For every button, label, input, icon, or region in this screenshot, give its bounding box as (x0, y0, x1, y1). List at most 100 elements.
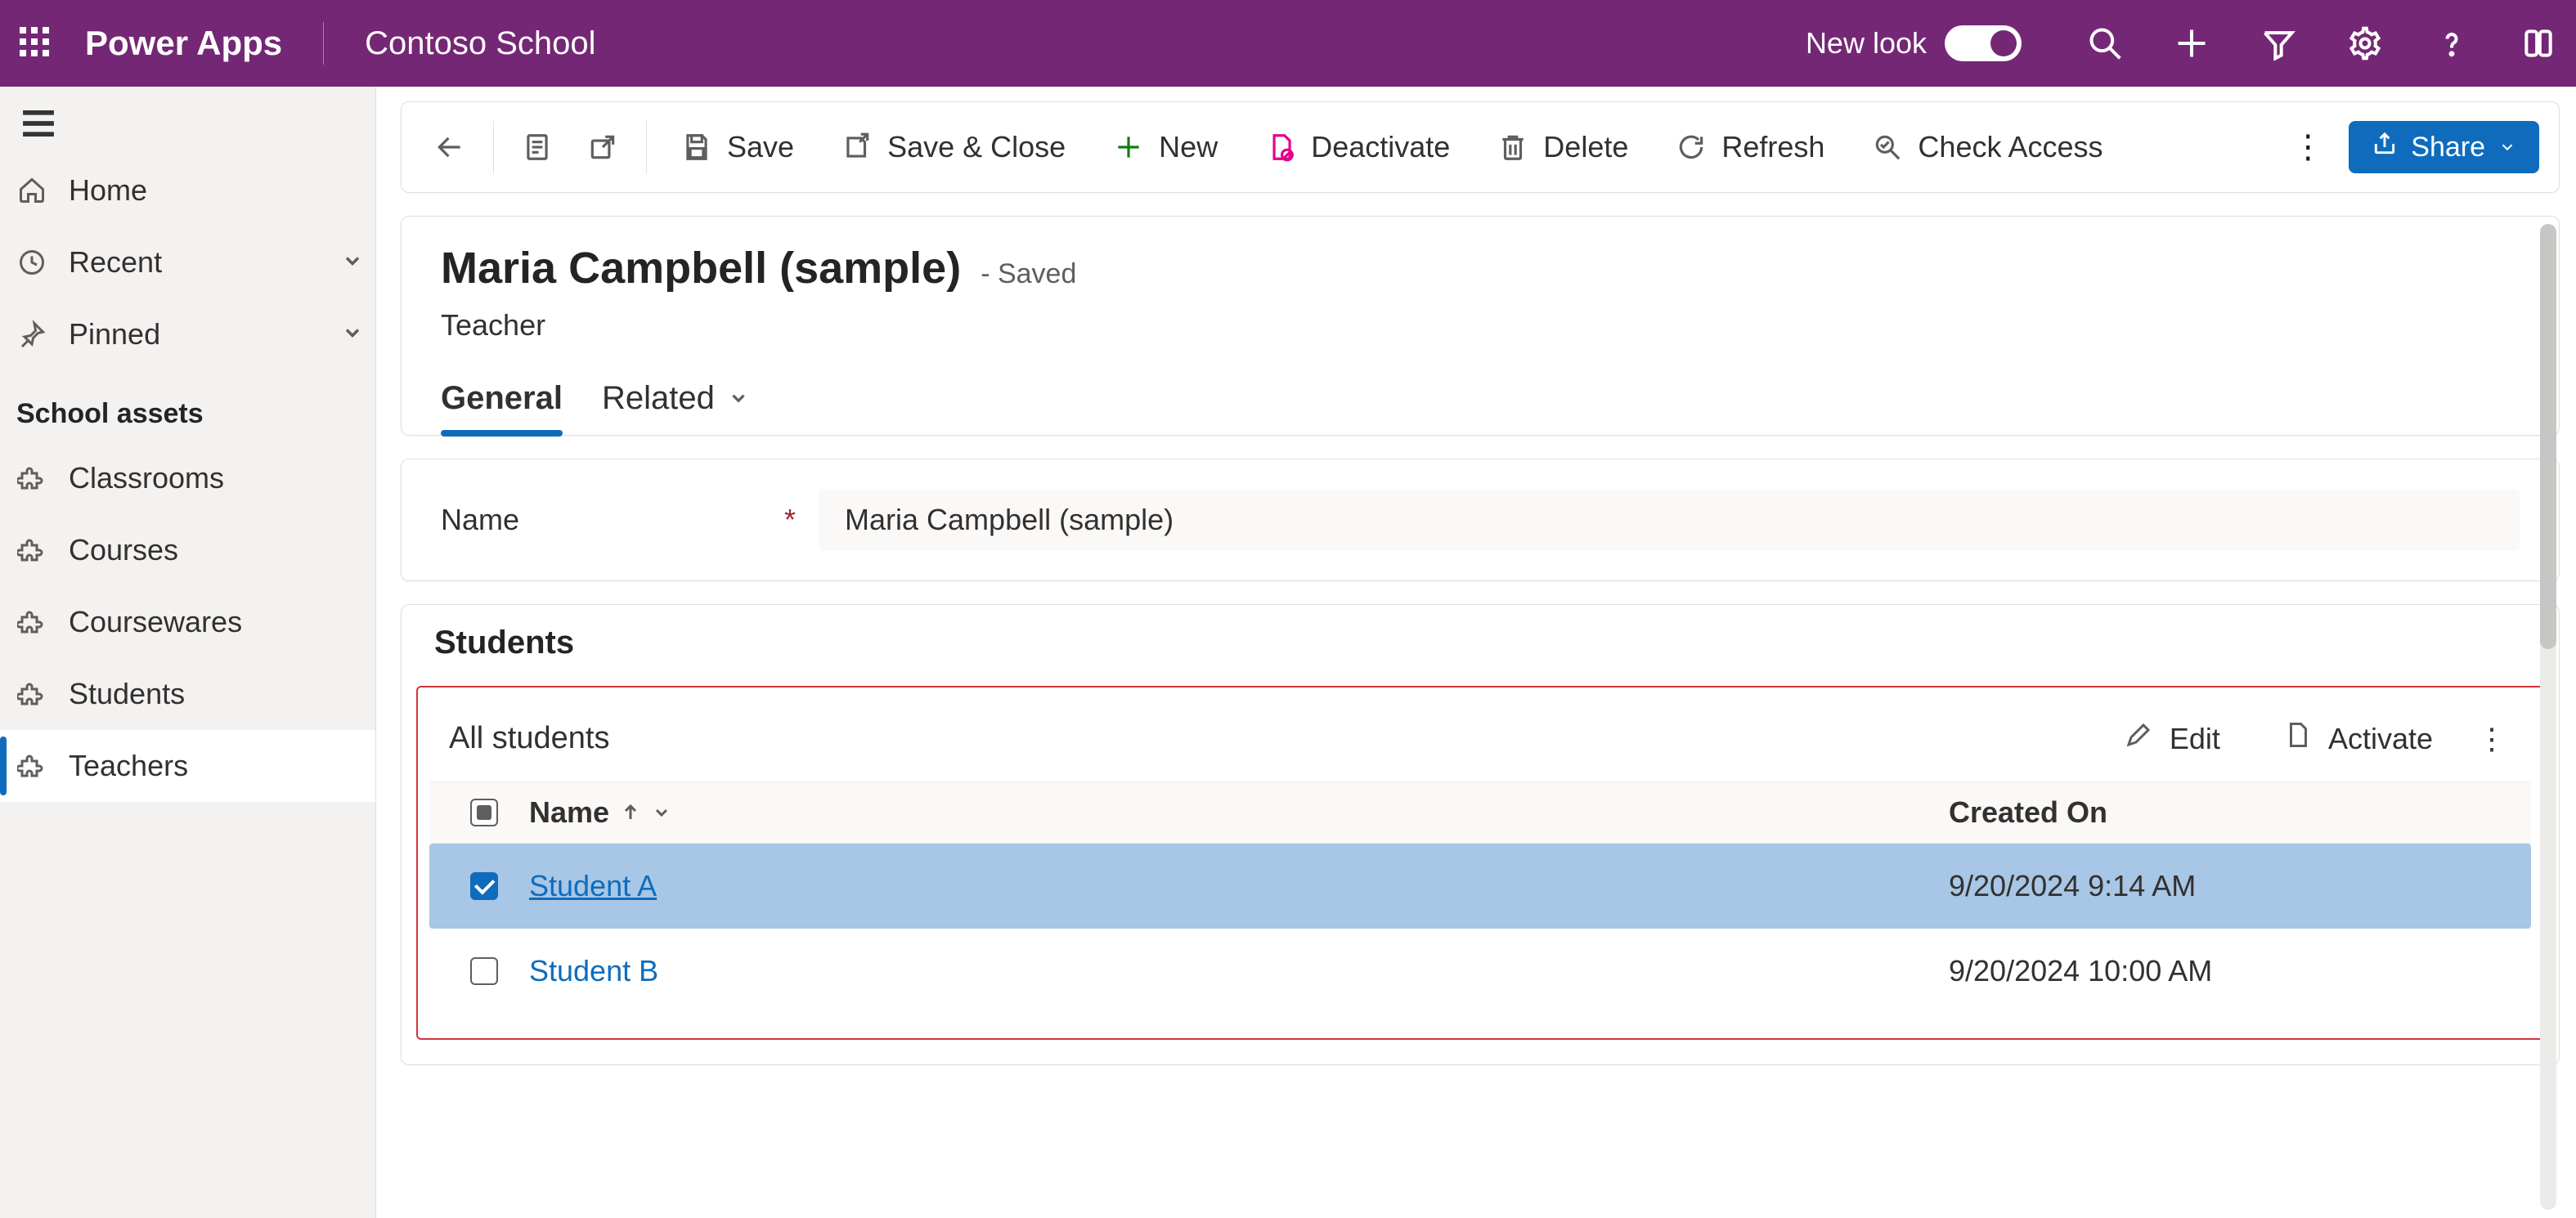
row-created-on: 9/20/2024 9:14 AM (1949, 869, 2521, 903)
row-name-link[interactable]: Student A (529, 869, 657, 903)
chevron-down-icon (2498, 132, 2516, 163)
plus-icon (1113, 132, 1144, 163)
add-icon[interactable] (2174, 25, 2210, 61)
site-map: Home Recent Pinned School assets Classro… (0, 87, 376, 1218)
new-button[interactable]: New (1093, 120, 1237, 174)
students-grid-frame: All students Edit Activate ⋮ Name (416, 686, 2544, 1040)
save-icon (681, 132, 712, 163)
grid-more-button[interactable]: ⋮ (2472, 712, 2511, 766)
scrollbar-thumb[interactable] (2540, 224, 2556, 649)
delete-button[interactable]: Delete (1478, 120, 1648, 174)
more-commands-button[interactable]: ⋮ (2275, 128, 2340, 166)
refresh-icon (1676, 132, 1707, 163)
field-name-row: Name * (401, 459, 2560, 581)
nav-recent[interactable]: Recent (0, 226, 375, 298)
home-icon (16, 175, 47, 206)
chevron-down-icon (341, 245, 364, 280)
search-icon[interactable] (2087, 25, 2123, 61)
chevron-down-icon (728, 380, 749, 417)
filter-icon[interactable] (2260, 25, 2296, 61)
puzzle-icon (16, 535, 47, 566)
record-saved-state: - Saved (981, 258, 1076, 290)
nav-courses-label: Courses (69, 533, 178, 567)
share-icon (2372, 131, 2398, 164)
puzzle-icon (16, 678, 47, 710)
top-bar: Power Apps Contoso School New look (0, 0, 2576, 87)
field-name-label: Name (441, 503, 784, 537)
new-look-toggle-group[interactable]: New look (1806, 25, 2022, 61)
back-button[interactable] (421, 122, 478, 172)
nav-classrooms[interactable]: Classrooms (0, 442, 375, 514)
grid-edit-button[interactable]: Edit (2101, 710, 2243, 767)
nav-recent-label: Recent (69, 245, 162, 280)
row-checkbox[interactable] (470, 872, 498, 900)
puzzle-icon (16, 463, 47, 494)
check-access-icon (1872, 132, 1903, 163)
nav-courses[interactable]: Courses (0, 514, 375, 586)
row-checkbox[interactable] (470, 957, 498, 985)
column-header-name[interactable]: Name (529, 795, 1949, 830)
required-indicator: * (784, 503, 796, 537)
environment-name[interactable]: Contoso School (365, 25, 595, 62)
trash-icon (1497, 132, 1528, 163)
puzzle-icon (16, 750, 47, 781)
tab-related[interactable]: Related (602, 380, 749, 435)
form-header-card: Maria Campbell (sample) - Saved Teacher … (401, 216, 2560, 436)
main-content: Save Save & Close New Deactivate Delete … (401, 101, 2560, 1218)
record-entity-label: Teacher (441, 308, 2520, 343)
sort-asc-icon (621, 795, 640, 830)
refresh-button[interactable]: Refresh (1656, 120, 1844, 174)
students-section-title: Students (402, 605, 2559, 686)
nav-home-label: Home (69, 173, 147, 208)
nav-home[interactable]: Home (0, 154, 375, 226)
grid-activate-button[interactable]: Activate (2260, 710, 2456, 767)
collapse-nav-button[interactable] (0, 96, 375, 154)
command-bar: Save Save & Close New Deactivate Delete … (401, 101, 2560, 193)
chevron-down-icon (341, 317, 364, 352)
brand-label: Power Apps (85, 24, 282, 63)
save-close-icon (841, 132, 873, 163)
nav-teachers-label: Teachers (69, 749, 188, 783)
nav-teachers[interactable]: Teachers (0, 730, 375, 802)
clock-icon (16, 247, 47, 278)
nav-pinned-label: Pinned (69, 317, 160, 352)
nav-coursewares[interactable]: Coursewares (0, 586, 375, 658)
check-access-button[interactable]: Check Access (1852, 120, 2122, 174)
save-button[interactable]: Save (662, 120, 814, 174)
row-created-on: 9/20/2024 10:00 AM (1949, 954, 2521, 988)
pencil-icon (2124, 720, 2153, 757)
share-button[interactable]: Share (2349, 121, 2539, 173)
select-all-checkbox[interactable] (470, 799, 498, 826)
popout-button[interactable] (574, 122, 631, 172)
nav-coursewares-label: Coursewares (69, 605, 242, 639)
grid-view-name[interactable]: All students (449, 721, 609, 756)
new-look-label: New look (1806, 26, 1927, 60)
students-subgrid-card: Students All students Edit Activate ⋮ Na… (401, 604, 2560, 1065)
record-title: Maria Campbell (sample) (441, 243, 961, 293)
grid-row[interactable]: Student B 9/20/2024 10:00 AM (429, 929, 2531, 1014)
app-launcher-icon[interactable] (20, 27, 52, 60)
column-header-created-on[interactable]: Created On (1949, 795, 2521, 830)
copilot-icon[interactable] (2520, 25, 2556, 61)
new-look-toggle[interactable] (1945, 25, 2022, 61)
chevron-down-icon (652, 795, 671, 830)
nav-classrooms-label: Classrooms (69, 461, 224, 495)
settings-icon[interactable] (2347, 25, 2383, 61)
open-record-set-button[interactable] (509, 122, 566, 172)
grid-header-row: Name Created On (429, 781, 2531, 844)
deactivate-icon (1265, 132, 1296, 163)
field-name-input[interactable] (843, 502, 2495, 538)
nav-students[interactable]: Students (0, 658, 375, 730)
nav-students-label: Students (69, 677, 185, 711)
help-icon[interactable] (2434, 25, 2470, 61)
topbar-divider (323, 22, 324, 65)
deactivate-button[interactable]: Deactivate (1245, 120, 1470, 174)
save-close-button[interactable]: Save & Close (822, 120, 1085, 174)
tab-general[interactable]: General (441, 380, 563, 435)
nav-section-school-assets: School assets (0, 370, 375, 442)
puzzle-icon (16, 607, 47, 638)
grid-row[interactable]: Student A 9/20/2024 9:14 AM (429, 844, 2531, 929)
document-icon (2282, 720, 2312, 757)
nav-pinned[interactable]: Pinned (0, 298, 375, 370)
row-name-link[interactable]: Student B (529, 954, 658, 988)
